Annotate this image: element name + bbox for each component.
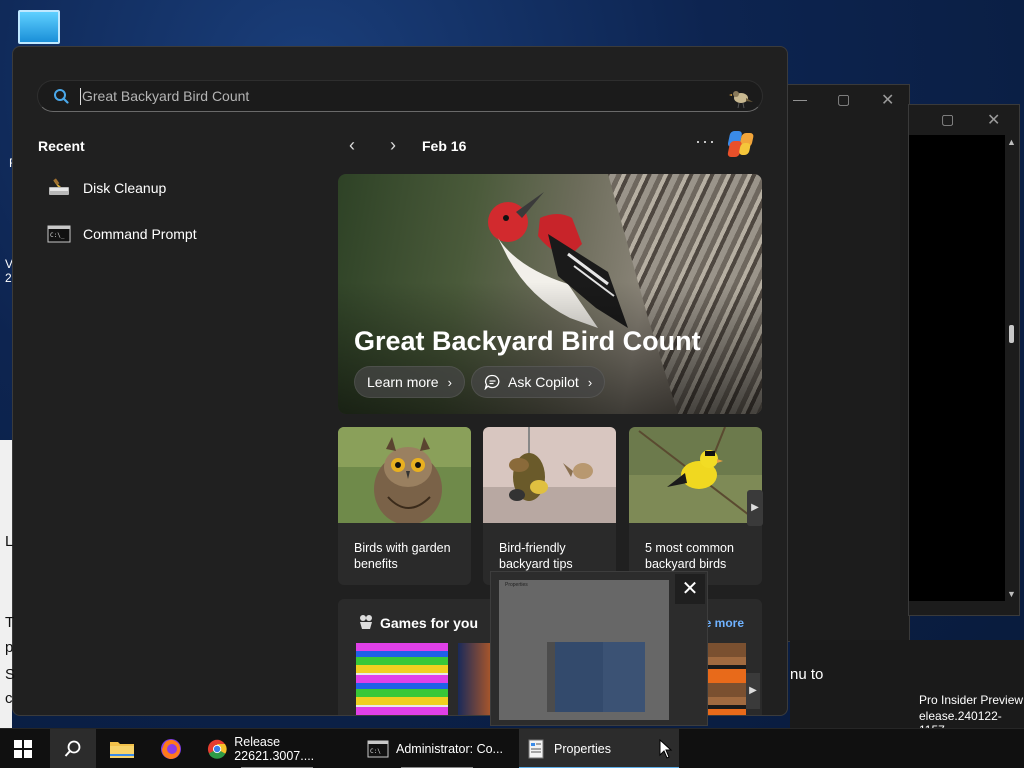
watermark-line-1: Pro Insider Preview	[919, 693, 1024, 707]
taskbar-app-properties[interactable]: Properties	[519, 729, 679, 768]
window-text: nu to	[790, 666, 824, 683]
text-caret	[80, 88, 81, 105]
games-next-arrow-icon[interactable]: ▶	[746, 673, 760, 709]
background-window-left	[0, 440, 12, 730]
card-common-backyard-birds[interactable]: 5 most common backyard birds	[629, 427, 762, 585]
preview-tile	[555, 642, 645, 712]
chat-bubble-icon	[484, 374, 500, 390]
bird-icon[interactable]	[728, 85, 754, 109]
hero-card[interactable]: Great Backyard Bird Count Learn more › A…	[338, 174, 762, 414]
ask-copilot-button[interactable]: Ask Copilot ›	[471, 366, 606, 398]
windows-logo-icon	[14, 740, 32, 758]
copilot-icon[interactable]	[727, 129, 759, 159]
properties-icon	[528, 739, 544, 759]
console-body	[909, 135, 1005, 601]
start-button[interactable]	[14, 729, 32, 768]
previous-arrow-icon[interactable]: ‹	[349, 135, 355, 156]
games-heading: Games for you	[380, 615, 479, 631]
taskbar-app-label: Administrator: Co...	[396, 742, 503, 756]
hero-title: Great Backyard Bird Count	[354, 326, 701, 356]
card-bird-friendly-tips[interactable]: Bird-friendly backyard tips	[483, 427, 616, 585]
desktop-text: c	[5, 690, 13, 707]
command-prompt-icon: C:\_	[47, 225, 71, 243]
birds-at-feeder-image	[483, 427, 616, 523]
desktop-computer-icon[interactable]	[18, 10, 60, 44]
next-arrow-icon[interactable]: ›	[390, 135, 396, 156]
search-button[interactable]	[50, 729, 96, 768]
card-label: Birds with garden benefits	[354, 541, 451, 571]
close-preview-button[interactable]: ✕	[675, 574, 705, 604]
recent-item-command-prompt[interactable]: C:\_ Command Prompt	[47, 221, 197, 247]
desktop-text: S	[5, 666, 16, 683]
taskbar-app-chrome[interactable]: Release 22621.3007....	[201, 729, 353, 768]
maximize-icon[interactable]: ▢	[837, 91, 850, 108]
svg-text:C:\_: C:\_	[50, 232, 65, 239]
taskbar: Release 22621.3007.... C:\ Administrator…	[0, 728, 1024, 768]
game-tile[interactable]	[356, 643, 448, 715]
search-box[interactable]: Great Backyard Bird Count	[37, 80, 763, 112]
scrollbar-thumb[interactable]	[1009, 325, 1014, 343]
chevron-right-icon: ›	[587, 374, 593, 390]
feed-date: Feb 16	[422, 138, 467, 154]
scroll-down-icon[interactable]: ▼	[1007, 589, 1016, 599]
firefox-icon	[161, 739, 181, 759]
more-options-icon[interactable]: ···	[695, 131, 716, 152]
minimize-icon[interactable]: —	[793, 91, 807, 107]
preview-title: Properties	[505, 582, 528, 588]
recent-item-label: Disk Cleanup	[83, 180, 167, 196]
recent-heading: Recent	[38, 138, 85, 154]
command-prompt-icon: C:\	[367, 740, 389, 758]
games-icon	[360, 615, 372, 629]
firefox-button[interactable]	[159, 729, 183, 768]
close-icon[interactable]: ✕	[881, 90, 894, 110]
goldfinch-image	[629, 427, 762, 523]
scroll-up-icon[interactable]: ▲	[1007, 137, 1016, 147]
taskbar-app-label: Properties	[554, 742, 611, 756]
card-label: 5 most common backyard birds	[645, 541, 734, 571]
mouse-cursor-icon	[659, 739, 673, 759]
chevron-right-icon: ›	[447, 374, 452, 390]
taskbar-app-label: Release 22621.3007....	[234, 735, 315, 763]
search-input[interactable]: Great Backyard Bird Count	[82, 88, 249, 104]
card-birds-garden[interactable]: Birds with garden benefits	[338, 427, 471, 585]
taskbar-app-command-prompt[interactable]: C:\ Administrator: Co...	[361, 729, 513, 768]
disk-cleanup-icon	[49, 178, 69, 195]
desktop-text: L	[5, 533, 14, 550]
recent-item-label: Command Prompt	[83, 226, 197, 242]
ask-copilot-label: Ask Copilot	[508, 374, 579, 390]
file-explorer-button[interactable]	[109, 729, 135, 768]
learn-more-button[interactable]: Learn more ›	[354, 366, 465, 398]
folder-icon	[110, 742, 134, 758]
svg-text:C:\: C:\	[370, 748, 381, 755]
search-icon	[64, 740, 81, 757]
chrome-icon	[207, 739, 227, 759]
cards-next-arrow-icon[interactable]: ▶	[747, 490, 763, 526]
properties-thumbnail-preview[interactable]: Properties ✕	[490, 571, 708, 726]
owl-image	[338, 427, 471, 523]
maximize-icon[interactable]: ▢	[941, 111, 954, 128]
scrollbar[interactable]: ▲ ▼	[1005, 135, 1019, 601]
desktop-text: T	[5, 614, 15, 631]
card-label: Bird-friendly backyard tips	[499, 541, 573, 571]
close-icon[interactable]: ✕	[987, 110, 1000, 130]
search-icon	[54, 89, 69, 104]
recent-item-disk-cleanup[interactable]: Disk Cleanup	[47, 175, 166, 201]
background-console-window[interactable]: ▢ ✕ ▲ ▼	[908, 104, 1020, 616]
desktop-text: p	[5, 639, 14, 656]
learn-more-label: Learn more	[367, 374, 439, 390]
